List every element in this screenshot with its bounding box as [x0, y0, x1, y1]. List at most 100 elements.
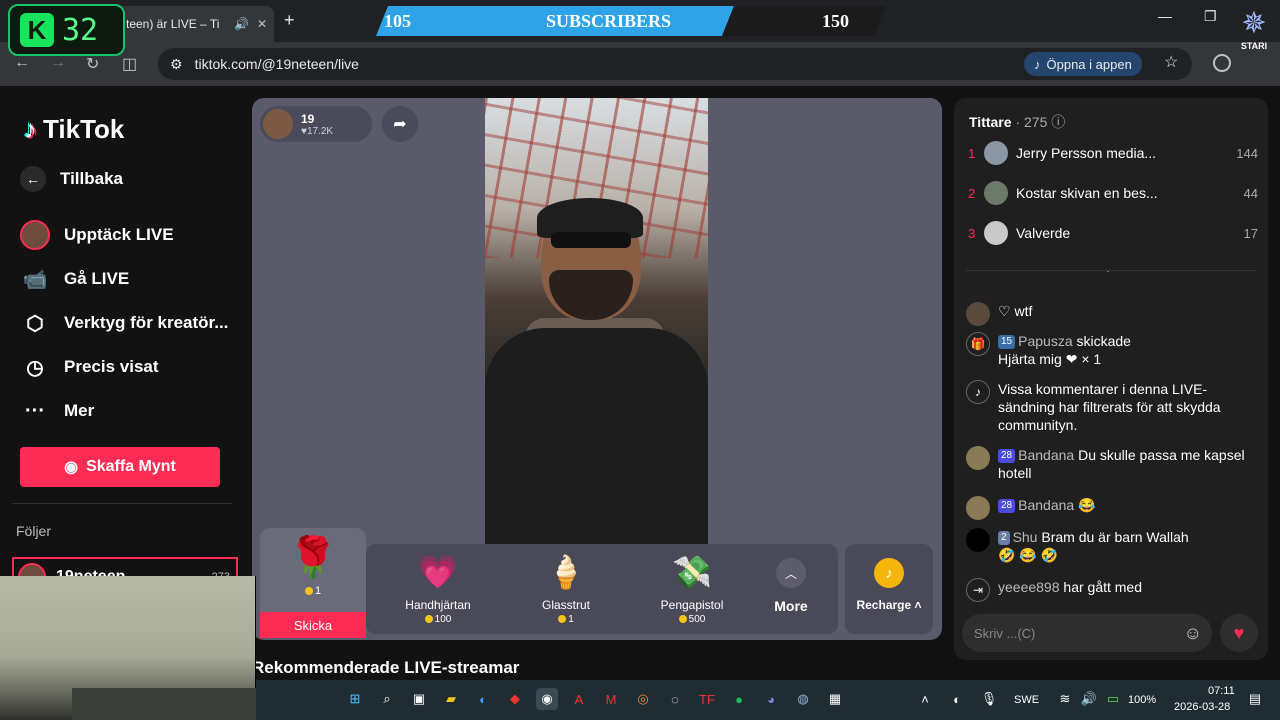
- get-coins-button[interactable]: ◉ Skaffa Mynt: [20, 447, 220, 487]
- emoji-icon[interactable]: ☺: [1184, 623, 1202, 644]
- app-grey-icon[interactable]: ◌: [664, 688, 686, 710]
- chat-text: 15 Papusza skickade Hjärta mig ❤ × 1: [998, 332, 1258, 368]
- chat-placeholder: Skriv ...(C): [974, 625, 1036, 641]
- send-gift-button[interactable]: Skicka: [260, 612, 366, 638]
- gift-heart-hands[interactable]: 💗 Handhjärtan 100: [386, 544, 490, 634]
- close-tab-icon[interactable]: ✕: [257, 17, 267, 31]
- chat-user[interactable]: Papusza: [1018, 333, 1072, 349]
- recharge-text: Recharge: [856, 598, 912, 612]
- search-icon[interactable]: ⌕: [376, 688, 398, 710]
- avatar[interactable]: [966, 446, 990, 470]
- like-button[interactable]: ♥: [1220, 614, 1258, 652]
- bookmark-star-icon[interactable]: ☆: [1164, 52, 1178, 72]
- chrome-icon[interactable]: ◉: [536, 688, 558, 710]
- battery-percent: 100%: [1128, 694, 1157, 706]
- browser-tab[interactable]: teen) är LIVE – Ti 🔊 ✕: [110, 6, 274, 42]
- viewer-score: 44: [1243, 185, 1258, 201]
- gift-money-gun[interactable]: 💸 Pengapistol 500: [640, 544, 744, 634]
- task-view-icon[interactable]: ▣: [408, 688, 430, 710]
- volume-icon[interactable]: 🔊: [1078, 688, 1100, 710]
- more-dots-icon: ···: [25, 399, 45, 422]
- app-red-icon[interactable]: ◆: [504, 688, 526, 710]
- sidebar-item-label: Precis visat: [64, 357, 159, 376]
- viewer-rank: 2: [968, 185, 976, 201]
- chat-user[interactable]: Bandana: [1018, 497, 1074, 513]
- spotify-icon[interactable]: ●: [728, 688, 750, 710]
- clock-time[interactable]: 07:11: [1208, 685, 1235, 697]
- tray-app-icon[interactable]: ◐: [946, 688, 968, 710]
- start-icon[interactable]: ⊞: [344, 688, 366, 710]
- chat-body: wtf: [1014, 303, 1033, 319]
- viewer-row[interactable]: 2 Kostar skivan en bes... 44: [968, 180, 1258, 206]
- back-label: Tillbaka: [60, 169, 123, 188]
- notification-icon[interactable]: ▤: [1244, 688, 1266, 710]
- sidebar-item-creator-tools[interactable]: ⬡ Verktyg för kreatör...: [20, 308, 228, 338]
- gift-ice-cream[interactable]: 🍦 Glasstrut 1: [514, 544, 618, 634]
- sidebar-item-discover-live[interactable]: Upptäck LIVE: [20, 220, 174, 250]
- help-icon[interactable]: ⓘ: [1051, 114, 1065, 130]
- chat-user[interactable]: Bandana: [1018, 447, 1074, 463]
- avatar: [984, 141, 1008, 165]
- tray-chevron-icon[interactable]: ˄: [914, 688, 936, 710]
- site-info-icon[interactable]: ⚙: [170, 56, 183, 73]
- level-badge: 28: [998, 499, 1016, 514]
- viewers-separator: ·: [1015, 114, 1024, 130]
- calculator-icon[interactable]: ▦: [824, 688, 846, 710]
- chat-body: 😂: [1078, 497, 1096, 513]
- speaker-icon[interactable]: 🔊: [234, 17, 249, 31]
- restore-button[interactable]: ❐: [1204, 8, 1217, 25]
- back-icon: ←: [20, 166, 46, 192]
- more-gifts-button[interactable]: ︿ More: [758, 544, 824, 634]
- chat-input[interactable]: Skriv ...(C) ☺: [962, 614, 1212, 652]
- discord-icon[interactable]: ◕: [760, 688, 782, 710]
- share-button[interactable]: ➦: [382, 106, 418, 142]
- minimize-button[interactable]: —: [1158, 8, 1172, 24]
- wifi-icon[interactable]: ≋: [1054, 688, 1076, 710]
- app-orange-icon[interactable]: ◎: [632, 688, 654, 710]
- sidebar-item-go-live[interactable]: 📹 Gå LIVE: [20, 264, 130, 294]
- chat-message: 28 Bandana Du skulle passa me kapsel hote…: [966, 446, 1258, 482]
- avatar: [984, 181, 1008, 205]
- dislike-icon: ♡: [998, 303, 1015, 319]
- chat-panel: Tittare · 275 ⓘ 1 Jerry Persson media...…: [954, 98, 1268, 660]
- sidebar-item-more[interactable]: ··· Mer: [20, 396, 94, 426]
- get-coins-label: Skaffa Mynt: [86, 458, 176, 475]
- back-nav[interactable]: ← Tillbaka: [20, 166, 123, 192]
- tiktok-live-studio-icon[interactable]: TF: [696, 688, 718, 710]
- mcafee-icon[interactable]: M: [600, 688, 622, 710]
- reload-icon[interactable]: ↻: [86, 54, 99, 74]
- tiktok-logo[interactable]: ♪ TikTok: [24, 114, 124, 145]
- webcam-overlay: [0, 576, 256, 720]
- battery-icon[interactable]: ▭: [1102, 688, 1124, 710]
- viewer-row[interactable]: 1 Jerry Persson media... 144: [968, 140, 1258, 166]
- edge-icon[interactable]: ◐: [472, 688, 494, 710]
- split-view-icon[interactable]: ◫: [122, 54, 137, 74]
- host-info[interactable]: 19 ♥17.2K: [260, 106, 372, 142]
- sidebar-item-label: Verktyg för kreatör...: [64, 313, 229, 332]
- recharge-button[interactable]: ♪ Recharge ˄: [845, 544, 933, 634]
- acrobat-icon[interactable]: A: [568, 688, 590, 710]
- forward-arrow-icon[interactable]: →: [50, 54, 66, 72]
- open-in-app-button[interactable]: ♪ Öppna i appen: [1024, 52, 1142, 76]
- new-tab-button[interactable]: +: [284, 10, 295, 31]
- live-video[interactable]: [485, 98, 708, 544]
- viewer-row[interactable]: 3 Valverde 17: [968, 220, 1258, 246]
- language-indicator[interactable]: SWE: [1014, 694, 1039, 706]
- steam-icon[interactable]: ◍: [792, 688, 814, 710]
- chat-message: 28 Bandana 😂: [966, 496, 1258, 520]
- clock-date[interactable]: 2026-03-28: [1174, 701, 1230, 713]
- avatar[interactable]: [966, 496, 990, 520]
- back-arrow-icon[interactable]: ←: [14, 54, 30, 72]
- microphone-icon[interactable]: 🎙: [978, 688, 1000, 710]
- sidebar-item-recently-viewed[interactable]: ◷ Precis visat: [20, 352, 159, 382]
- chat-user[interactable]: Shu: [1013, 529, 1038, 545]
- subscriber-label: SUBSCRIBERS: [546, 11, 672, 31]
- gift-price-value: 1: [314, 585, 322, 597]
- profile-icon[interactable]: [1213, 54, 1231, 72]
- file-explorer-icon[interactable]: ▰: [440, 688, 462, 710]
- gift-price-value: 500: [688, 614, 706, 625]
- avatar[interactable]: [966, 528, 990, 552]
- avatar[interactable]: [966, 302, 990, 326]
- selected-gift-rose[interactable]: 🌹 1 Skicka: [260, 528, 366, 638]
- chat-user[interactable]: yeeee898: [998, 579, 1060, 595]
